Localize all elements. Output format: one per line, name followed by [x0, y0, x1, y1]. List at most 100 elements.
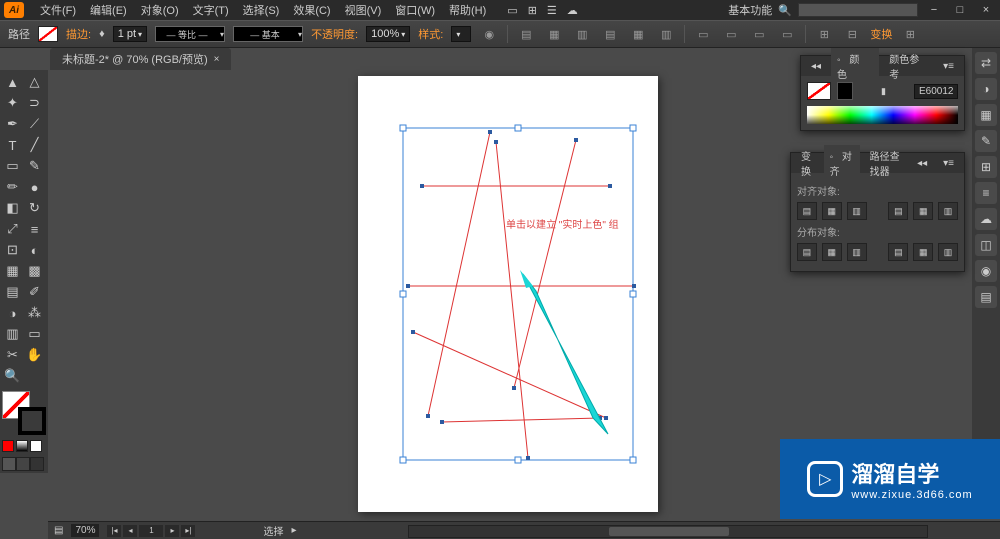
- menu-window[interactable]: 窗口(W): [389, 0, 441, 20]
- align-vcenter-button[interactable]: ▦: [913, 202, 933, 220]
- distribute-hcenter-button[interactable]: ▦: [913, 243, 933, 261]
- style-label[interactable]: 样式:: [418, 26, 443, 42]
- isolate-icon-2[interactable]: ⊟: [842, 25, 862, 43]
- dock-symbols-icon[interactable]: ⊞: [975, 156, 997, 178]
- fill-swatch[interactable]: [38, 26, 58, 42]
- rectangle-tool[interactable]: ▭: [2, 156, 23, 176]
- stroke-stepper-down[interactable]: ♦: [99, 28, 105, 40]
- align-right-icon[interactable]: ▥: [572, 25, 592, 43]
- dock-stroke-icon[interactable]: ≡: [975, 182, 997, 204]
- gradient-tool[interactable]: ▤: [2, 282, 23, 302]
- scale-tool[interactable]: ⤢: [2, 219, 23, 239]
- hand-tool[interactable]: ✋: [24, 345, 45, 365]
- transform-tab[interactable]: 变换: [795, 145, 820, 181]
- opacity-label[interactable]: 不透明度:: [311, 26, 358, 42]
- layout-icon[interactable]: ▭: [507, 4, 517, 17]
- dock-swap-icon[interactable]: ⇄: [975, 52, 997, 74]
- prev-page-button[interactable]: ◂: [123, 525, 137, 537]
- color-fill-swatch[interactable]: [807, 82, 831, 100]
- color-spectrum[interactable]: [807, 106, 958, 124]
- screen-mode-icon-3[interactable]: [30, 457, 44, 471]
- screen-mode-icon-2[interactable]: [16, 457, 30, 471]
- status-menu-icon[interactable]: ▸: [291, 525, 296, 536]
- dock-cloud-icon[interactable]: ☁: [975, 208, 997, 230]
- zoom-field[interactable]: 70%: [71, 524, 99, 537]
- page-field[interactable]: 1: [139, 525, 163, 537]
- align-hcenter-button[interactable]: ▦: [822, 202, 842, 220]
- stroke-weight-field[interactable]: 1 pt: [113, 26, 147, 42]
- pen-tool[interactable]: ✒: [2, 114, 23, 134]
- close-button[interactable]: ×: [976, 3, 996, 17]
- distribute-icon-2[interactable]: ▭: [721, 25, 741, 43]
- column-graph-tool[interactable]: ▥: [2, 324, 23, 344]
- panel-menu-icon[interactable]: ▾≡: [937, 58, 960, 75]
- mesh-tool[interactable]: ▩: [24, 261, 45, 281]
- hex-field[interactable]: E60012: [914, 84, 958, 99]
- stroke-style-dropdown[interactable]: — 基本: [233, 26, 303, 42]
- first-page-button[interactable]: |◂: [107, 525, 121, 537]
- isolate-icon[interactable]: ⊞: [814, 25, 834, 43]
- zoom-tool[interactable]: 🔍: [2, 366, 23, 386]
- dock-layers-icon[interactable]: ◫: [975, 234, 997, 256]
- status-icon[interactable]: ▤: [54, 525, 63, 536]
- menu-edit[interactable]: 编辑(E): [84, 0, 133, 20]
- lasso-tool[interactable]: ⊃: [24, 93, 45, 113]
- artboard[interactable]: 单击以建立 "实时上色" 组: [358, 76, 658, 512]
- distribute-icon-4[interactable]: ▭: [777, 25, 797, 43]
- symbol-sprayer-tool[interactable]: ⁂: [24, 303, 45, 323]
- paintbrush-tool[interactable]: ✎: [24, 156, 45, 176]
- align-right-button[interactable]: ▥: [847, 202, 867, 220]
- align-left-button[interactable]: ▤: [797, 202, 817, 220]
- selection-tool[interactable]: ▲: [2, 72, 23, 92]
- recolor-icon[interactable]: ◉: [479, 25, 499, 43]
- fill-stroke-control[interactable]: [2, 391, 46, 435]
- direct-selection-tool[interactable]: △: [24, 72, 45, 92]
- width-tool[interactable]: ≡: [24, 219, 45, 239]
- panel-menu-icon[interactable]: ▾≡: [937, 155, 960, 172]
- document-tab[interactable]: 未标题-2* @ 70% (RGB/预览) ×: [50, 48, 231, 70]
- slice-tool[interactable]: ✂: [2, 345, 23, 365]
- pathfinder-tab[interactable]: 路径查找器: [864, 145, 907, 181]
- transform-label[interactable]: 变换: [870, 26, 892, 42]
- menu-view[interactable]: 视图(V): [339, 0, 388, 20]
- color-stroke-swatch[interactable]: [837, 82, 853, 100]
- blob-brush-tool[interactable]: ●: [24, 177, 45, 197]
- free-transform-tool[interactable]: ⊡: [2, 240, 23, 260]
- align-left-icon[interactable]: ▤: [516, 25, 536, 43]
- artboard-tool[interactable]: ▭: [24, 324, 45, 344]
- align-bottom-button[interactable]: ▥: [938, 202, 958, 220]
- align-top-icon[interactable]: ▤: [600, 25, 620, 43]
- distribute-top-button[interactable]: ▤: [797, 243, 817, 261]
- maximize-button[interactable]: □: [950, 3, 970, 17]
- align-panel[interactable]: 变换 ◦ 对齐 路径查找器 ◂◂ ▾≡ 对齐对象: ▤ ▦ ▥ ▤ ▦ ▥ 分布…: [790, 152, 965, 272]
- perspective-tool[interactable]: ▦: [2, 261, 23, 281]
- menu-effect[interactable]: 效果(C): [287, 0, 336, 20]
- workspace-switcher[interactable]: 基本功能: [728, 2, 772, 18]
- eraser-tool[interactable]: ◧: [2, 198, 23, 218]
- style-dropdown[interactable]: [451, 26, 471, 42]
- tab-close-icon[interactable]: ×: [214, 54, 220, 65]
- magic-wand-tool[interactable]: ✦: [2, 93, 23, 113]
- menu-text[interactable]: 文字(T): [187, 0, 235, 20]
- pencil-tool[interactable]: ✏: [2, 177, 23, 197]
- dock-swatches-icon[interactable]: ▦: [975, 104, 997, 126]
- menu-select[interactable]: 选择(S): [237, 0, 286, 20]
- last-page-button[interactable]: ▸|: [181, 525, 195, 537]
- color-mode-gradient[interactable]: [16, 440, 28, 452]
- type-tool[interactable]: T: [2, 135, 23, 155]
- dock-brushes-icon[interactable]: ✎: [975, 130, 997, 152]
- horizontal-scrollbar[interactable]: [408, 525, 928, 538]
- panel-collapse-icon[interactable]: ◂◂: [911, 155, 933, 172]
- color-guide-tab[interactable]: 颜色参考: [883, 48, 933, 84]
- dock-appearance-icon[interactable]: ◉: [975, 260, 997, 282]
- transform-menu-icon[interactable]: ⊞: [900, 25, 920, 43]
- distribute-vcenter-button[interactable]: ▦: [822, 243, 842, 261]
- color-mode-color[interactable]: [2, 440, 14, 452]
- menu-object[interactable]: 对象(O): [135, 0, 185, 20]
- shape-builder-tool[interactable]: ◐: [24, 240, 45, 260]
- color-mode-none[interactable]: [30, 440, 42, 452]
- color-tab[interactable]: ◦ 颜色: [831, 48, 879, 84]
- menu-file[interactable]: 文件(F): [34, 0, 82, 20]
- dock-graphic-styles-icon[interactable]: ▤: [975, 286, 997, 308]
- align-top-button[interactable]: ▤: [888, 202, 908, 220]
